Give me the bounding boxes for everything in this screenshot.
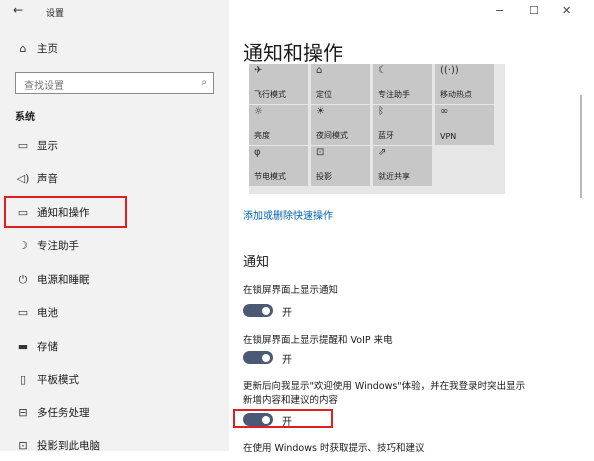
toggle-highlight — [233, 409, 333, 428]
notifications-heading: 通知 — [243, 255, 270, 270]
monitor-icon: ▭ — [17, 139, 29, 152]
edit-quick-actions-link[interactable]: 添加或删除快速操作 — [243, 207, 333, 222]
toggle-lockscreen-notifications[interactable] — [243, 304, 273, 317]
bluetooth-icon: ᛒ — [378, 106, 384, 117]
quick-action-label: 飞行模式 — [254, 90, 286, 99]
toggle-lockscreen-reminders[interactable] — [243, 351, 273, 364]
quick-action-battery-saver[interactable]: φ 节电模式 — [249, 146, 308, 186]
power-icon: ⏻ — [18, 273, 28, 286]
hotspot-icon: ((·)) — [440, 65, 459, 76]
quick-action-night-light[interactable]: ☀ 夜间模式 — [311, 105, 370, 145]
speaker-icon: ◁) — [16, 172, 30, 185]
sidebar-item-project[interactable]: ⊡ 投影到此电脑 — [0, 431, 229, 461]
section-label-system: 系统 — [15, 112, 35, 123]
battery-saver-icon: φ — [254, 147, 261, 158]
home-icon: ⌂ — [19, 42, 27, 55]
toggle-state: 开 — [282, 308, 292, 319]
sidebar-item-label: 专注助手 — [37, 240, 79, 252]
selection-highlight — [4, 196, 127, 228]
night-light-icon: ☀ — [316, 106, 325, 117]
setting-label: 在锁屏界面上显示提醒和 VoIP 来电 — [243, 335, 393, 346]
setting-label: 新增内容和建议的内容 — [243, 395, 339, 406]
sidebar-item-display[interactable]: ▭ 显示 — [0, 131, 229, 161]
quick-action-label: VPN — [440, 132, 457, 141]
sidebar-item-tablet[interactable]: ▯ 平板模式 — [0, 365, 229, 395]
quick-action-label: 投影 — [316, 172, 332, 181]
storage-icon: ▬ — [17, 340, 29, 353]
quick-action-airplane[interactable]: ✈ 飞行模式 — [249, 64, 308, 104]
battery-icon: ▭ — [17, 306, 29, 319]
quick-action-focus-assist[interactable]: ☾ 专注助手 — [373, 64, 432, 104]
back-arrow-icon[interactable]: ← — [13, 3, 23, 17]
maximize-button[interactable]: ☐ — [529, 4, 539, 17]
sidebar-item-power[interactable]: ⏻ 电源和睡眠 — [0, 265, 229, 295]
quick-action-bluetooth[interactable]: ᛒ 蓝牙 — [373, 105, 432, 145]
search-placeholder: 查找设置 — [24, 81, 64, 92]
page-title: 通知和操作 — [243, 41, 343, 65]
minimize-button[interactable]: − — [495, 4, 504, 17]
quick-action-label: 夜间模式 — [316, 131, 348, 140]
setting-label: 在锁屏界面上显示通知 — [243, 285, 339, 296]
quick-action-brightness[interactable]: ☼ 亮度 — [249, 105, 308, 145]
moon-icon: ☽ — [18, 239, 28, 252]
quick-action-project[interactable]: ⊡ 投影 — [311, 146, 370, 186]
toggle-state: 开 — [282, 355, 292, 366]
quick-action-label: 蓝牙 — [378, 131, 394, 140]
sidebar-item-label: 多任务处理 — [37, 407, 90, 419]
sidebar-item-multitasking[interactable]: ⊟ 多任务处理 — [0, 398, 229, 428]
project-icon: ⊡ — [316, 147, 325, 158]
setting-label: 在使用 Windows 时获取提示、技巧和建议 — [243, 443, 425, 454]
sidebar-item-home[interactable]: ⌂ 主页 — [0, 34, 229, 64]
multitask-icon: ⊟ — [18, 406, 28, 419]
vpn-icon: ∞ — [440, 106, 449, 117]
tablet-icon: ▯ — [19, 373, 27, 386]
sidebar-item-focus-assist[interactable]: ☽ 专注助手 — [0, 231, 229, 261]
quick-action-label: 亮度 — [254, 131, 270, 140]
window-title: 设置 — [46, 9, 65, 19]
search-icon: ⌕ — [201, 77, 207, 88]
sidebar-item-battery[interactable]: ▭ 电池 — [0, 298, 229, 328]
sidebar-item-label: 声音 — [37, 173, 58, 185]
location-icon: ⌂ — [316, 65, 323, 76]
quick-action-label: 就近共享 — [378, 172, 410, 181]
sidebar: ← 设置 ⌂ 主页 查找设置 ⌕ 系统 ▭ 显示 ◁) 声音 ▭ 通知和操作 ☽… — [0, 0, 229, 452]
scrollbar[interactable] — [580, 95, 582, 198]
quick-action-label: 专注助手 — [378, 90, 410, 99]
quick-action-nearby-share[interactable]: ⇗ 就近共享 — [373, 146, 432, 186]
quick-action-vpn[interactable]: ∞ VPN — [435, 105, 494, 145]
main-content: − ☐ ✕ 通知和操作 ✈ 飞行模式 ⌂ 定位 ☾ 专注助手 ((·)) 移动热… — [229, 0, 594, 454]
search-input[interactable]: 查找设置 ⌕ — [15, 72, 214, 94]
sidebar-item-label: 电池 — [37, 307, 58, 319]
quick-action-label: 移动热点 — [440, 90, 472, 99]
quick-action-label: 定位 — [316, 90, 332, 99]
toggle-knob — [262, 353, 270, 362]
moon-icon: ☾ — [378, 65, 387, 76]
sidebar-item-label: 主页 — [37, 43, 58, 55]
brightness-icon: ☼ — [254, 106, 263, 117]
sidebar-item-storage[interactable]: ▬ 存储 — [0, 332, 229, 362]
airplane-icon: ✈ — [254, 65, 263, 76]
quick-actions-grid: ✈ 飞行模式 ⌂ 定位 ☾ 专注助手 ((·)) 移动热点 ☼ 亮度 ☀ 夜间模… — [249, 64, 505, 194]
quick-action-hotspot[interactable]: ((·)) 移动热点 — [435, 64, 494, 104]
sidebar-item-sound[interactable]: ◁) 声音 — [0, 164, 229, 194]
sidebar-item-label: 电源和睡眠 — [37, 274, 90, 286]
share-icon: ⇗ — [378, 147, 387, 158]
quick-action-location[interactable]: ⌂ 定位 — [311, 64, 370, 104]
setting-label: 更新后向我显示"欢迎使用 Windows"体验，并在我登录时突出显示 — [243, 381, 526, 392]
sidebar-item-label: 显示 — [37, 140, 58, 152]
toggle-knob — [262, 306, 270, 315]
sidebar-item-label: 平板模式 — [37, 374, 79, 386]
quick-action-label: 节电模式 — [254, 172, 286, 181]
sidebar-item-label: 存储 — [37, 341, 58, 353]
close-button[interactable]: ✕ — [562, 4, 571, 17]
